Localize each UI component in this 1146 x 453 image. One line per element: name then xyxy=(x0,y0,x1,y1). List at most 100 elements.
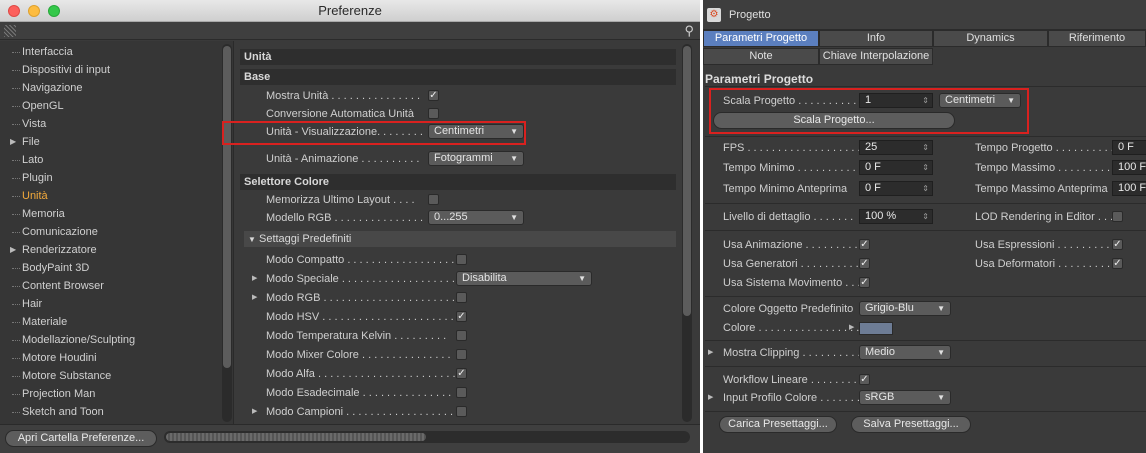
tab-riferimento[interactable]: Riferimento xyxy=(1048,30,1146,47)
tempo-massimo-input[interactable]: 100 F xyxy=(1112,160,1146,175)
sidebar-item[interactable]: Comunicazione xyxy=(0,223,218,241)
usa-deformatori-checkbox[interactable]: ✓ xyxy=(1112,258,1123,269)
sidebar-item[interactable]: Sketch and Toon xyxy=(0,403,218,421)
sidebar-scrollbar[interactable] xyxy=(222,44,232,422)
spinner-icon[interactable]: ⇕ xyxy=(922,210,929,223)
sidebar-item[interactable]: Hair xyxy=(0,295,218,313)
sidebar-item[interactable]: ▶ Renderizzatore xyxy=(0,241,218,259)
tempo-progetto-input[interactable]: 0 F xyxy=(1112,140,1146,155)
mode-checkbox[interactable] xyxy=(456,349,467,360)
tab-parametri-progetto[interactable]: Parametri Progetto xyxy=(703,30,819,47)
sidebar-item[interactable]: Vista xyxy=(0,115,218,133)
triangle-right-icon[interactable]: ▶ xyxy=(252,403,257,421)
triangle-right-icon[interactable]: ▶ xyxy=(10,133,16,151)
prefs-sidebar: Interfaccia Dispositivi di input Navigazio… xyxy=(0,41,234,436)
triangle-right-icon[interactable]: ▶ xyxy=(849,319,854,337)
mode-checkbox[interactable] xyxy=(456,330,467,341)
tree-connector xyxy=(12,178,20,179)
spinner-icon[interactable]: ⇕ xyxy=(922,161,929,174)
sidebar-item[interactable]: Navigazione xyxy=(0,79,218,97)
sidebar-scroll-thumb[interactable] xyxy=(223,46,231,368)
triangle-right-icon[interactable]: ▶ xyxy=(252,289,257,307)
sidebar-item[interactable]: Content Browser xyxy=(0,277,218,295)
carica-presettaggi-button[interactable]: Carica Presettaggi... xyxy=(719,416,837,433)
spinner-icon[interactable]: ⇕ xyxy=(922,141,929,154)
livello-input[interactable]: 100 % ⇕ xyxy=(859,209,933,224)
tab-dynamics[interactable]: Dynamics xyxy=(933,30,1048,47)
content-scrollbar[interactable] xyxy=(682,44,692,422)
triangle-right-icon[interactable]: ▶ xyxy=(252,270,257,288)
mostra-unita-checkbox[interactable]: ✓ xyxy=(428,90,439,101)
spinner-icon[interactable]: ⇕ xyxy=(922,182,929,195)
modello-rgb-dropdown[interactable]: 0...255 ▼ xyxy=(428,210,524,225)
lod-label: LOD Rendering in Editor . . . xyxy=(975,211,1114,223)
tree-connector xyxy=(12,286,20,287)
minimize-window-button[interactable] xyxy=(28,5,40,17)
project-icon: ⚙ xyxy=(707,8,721,22)
tab-chiave-interpolazione[interactable]: Chiave Interpolazione xyxy=(819,48,933,65)
tab-note[interactable]: Note xyxy=(703,48,819,65)
mostra-clipping-label: Mostra Clipping . . . . . . . . . . . xyxy=(723,347,867,359)
unita-animazione-dropdown[interactable]: Fotogrammi ▼ xyxy=(428,151,524,166)
mode-dropdown[interactable]: Disabilita ▼ xyxy=(456,271,592,286)
horizontal-scrollbar[interactable] xyxy=(164,431,690,443)
usa-generatori-label: Usa Generatori . . . . . . . . . . . xyxy=(723,258,865,270)
input-profilo-dropdown[interactable]: sRGB ▼ xyxy=(859,390,951,405)
content-scroll-thumb[interactable] xyxy=(683,46,691,316)
tree-connector xyxy=(12,268,20,269)
usa-sistema-checkbox[interactable]: ✓ xyxy=(859,277,870,288)
mode-checkbox[interactable] xyxy=(456,254,467,265)
memorizza-checkbox[interactable] xyxy=(428,194,439,205)
sidebar-item[interactable]: Plugin xyxy=(0,169,218,187)
mode-checkbox[interactable] xyxy=(456,406,467,417)
mode-checkbox[interactable]: ✓ xyxy=(456,311,467,322)
highlight-box xyxy=(709,88,1029,134)
usa-espressioni-checkbox[interactable]: ✓ xyxy=(1112,239,1123,250)
triangle-right-icon[interactable]: ▶ xyxy=(708,344,713,362)
settaggi-group[interactable]: ▼ Settaggi Predefiniti xyxy=(244,231,676,247)
sidebar-item[interactable]: Motore Houdini xyxy=(0,349,218,367)
livello-row: Livello di dettaglio . . . . . . . 100 %… xyxy=(723,208,933,226)
sidebar-item[interactable]: Modellazione/Sculpting xyxy=(0,331,218,349)
sidebar-item[interactable]: Projection Man xyxy=(0,385,218,403)
open-prefs-folder-button[interactable]: Apri Cartella Preferenze... xyxy=(5,430,157,447)
mode-checkbox[interactable] xyxy=(456,292,467,303)
grip-icon[interactable] xyxy=(4,25,16,37)
mostra-clipping-dropdown[interactable]: Medio ▼ xyxy=(859,345,951,360)
horizontal-scroll-thumb[interactable] xyxy=(166,433,426,441)
tempo-massimo-anteprima-input[interactable]: 100 F xyxy=(1112,181,1146,196)
usa-animazione-checkbox[interactable]: ✓ xyxy=(859,239,870,250)
sidebar-item[interactable]: ▶ File xyxy=(0,133,218,151)
conversione-checkbox[interactable] xyxy=(428,108,439,119)
close-window-button[interactable] xyxy=(8,5,20,17)
sidebar-item[interactable]: Interfaccia xyxy=(0,43,218,61)
color-swatch[interactable] xyxy=(859,322,893,335)
tab-info[interactable]: Info xyxy=(819,30,933,47)
workflow-checkbox[interactable]: ✓ xyxy=(859,374,870,385)
fps-input[interactable]: 25 ⇕ xyxy=(859,140,933,155)
sidebar-item[interactable]: OpenGL xyxy=(0,97,218,115)
input-value: 0 F xyxy=(865,182,881,194)
salva-presettaggi-button[interactable]: Salva Presettaggi... xyxy=(851,416,971,433)
sidebar-item[interactable]: Unità xyxy=(0,187,218,205)
sidebar-item[interactable]: Dispositivi di input xyxy=(0,61,218,79)
colore-oggetto-dropdown[interactable]: Grigio-Blu ▼ xyxy=(859,301,951,316)
mode-checkbox[interactable] xyxy=(456,387,467,398)
zoom-window-button[interactable] xyxy=(48,5,60,17)
prefs-toolbar: ⚲ xyxy=(0,22,700,40)
triangle-right-icon[interactable]: ▶ xyxy=(10,241,16,259)
search-icon[interactable]: ⚲ xyxy=(684,23,694,39)
lod-checkbox[interactable] xyxy=(1112,211,1123,222)
mode-checkbox[interactable]: ✓ xyxy=(456,368,467,379)
sidebar-item[interactable]: Memoria xyxy=(0,205,218,223)
sidebar-item[interactable]: BodyPaint 3D xyxy=(0,259,218,277)
usa-generatori-checkbox[interactable]: ✓ xyxy=(859,258,870,269)
tempo-minimo-input[interactable]: 0 F ⇕ xyxy=(859,160,933,175)
sidebar-item-label: Interfaccia xyxy=(22,46,73,58)
triangle-right-icon[interactable]: ▶ xyxy=(708,389,713,407)
chevron-down-icon: ▼ xyxy=(937,348,945,357)
sidebar-item[interactable]: Motore Substance xyxy=(0,367,218,385)
sidebar-item[interactable]: Lato xyxy=(0,151,218,169)
tempo-minimo-anteprima-input[interactable]: 0 F ⇕ xyxy=(859,181,933,196)
sidebar-item[interactable]: Materiale xyxy=(0,313,218,331)
